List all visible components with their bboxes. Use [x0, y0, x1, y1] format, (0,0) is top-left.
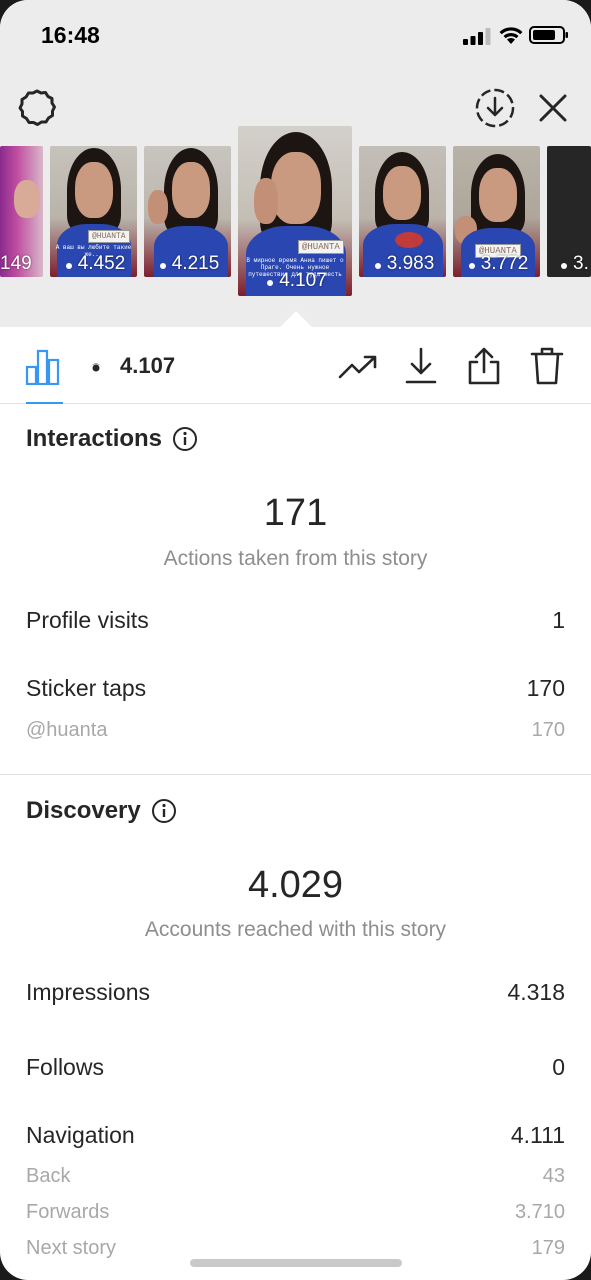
story-views-value: 3.	[573, 253, 589, 274]
interactions-total: 171	[263, 492, 328, 534]
story-views: 3.	[557, 253, 591, 275]
row-label: Profile visits	[26, 607, 149, 633]
insights-tab[interactable]	[24, 347, 64, 387]
discovery-total: 4.029	[247, 864, 344, 906]
sticker-mention-row: @huanta 170	[26, 719, 565, 742]
discovery-title: Discovery	[26, 797, 177, 825]
selected-story-pointer	[280, 311, 312, 327]
download-icon	[405, 347, 437, 384]
story-views: 149	[0, 253, 32, 274]
impressions-row: Impressions 4.318	[26, 979, 565, 1006]
story-view-count-value: 4.107	[120, 353, 176, 378]
phone-screen: 16:48 149 @HUANTA А ваш вы любите такие …	[0, 0, 591, 1280]
follows-row: Follows 0	[26, 1054, 565, 1081]
story-views: 4.107	[238, 270, 352, 292]
story-views: 4.215	[144, 253, 231, 275]
promote-button[interactable]	[336, 347, 380, 387]
row-value: 1	[552, 607, 565, 633]
mention-sticker: @HUANTA	[298, 240, 344, 254]
story-header: 16:48 149 @HUANTA А ваш вы любите такие …	[0, 0, 591, 327]
section-divider	[0, 774, 591, 775]
story-views: 3.772	[453, 253, 540, 275]
status-bar: 16:48	[0, 0, 591, 72]
row-label: Next story	[26, 1237, 117, 1259]
share-button[interactable]	[463, 345, 505, 387]
story-views-value: 4.107	[279, 270, 327, 291]
mention-sticker: @HUANTA	[88, 230, 130, 243]
navigation-next-story-row: Next story 179	[26, 1237, 565, 1260]
story-thumbnail[interactable]: 3.	[547, 146, 591, 277]
wifi-icon	[499, 27, 523, 44]
close-button[interactable]	[533, 88, 573, 128]
story-views: 4.452	[50, 253, 137, 275]
eye-icon	[62, 261, 75, 269]
settings-button[interactable]	[16, 87, 58, 129]
row-value: 43	[542, 1165, 565, 1187]
navigation-forwards-row: Forwards 3.710	[26, 1201, 565, 1224]
story-thumbnail-selected[interactable]: @HUANTA В мирное время Аниа пишет о Праг…	[238, 126, 352, 296]
row-label: Back	[26, 1165, 71, 1187]
row-value: 4.111	[510, 1122, 565, 1148]
row-value: 3.710	[514, 1201, 565, 1223]
eye-icon	[264, 278, 277, 286]
eye-icon	[156, 261, 169, 269]
discovery-title-text: Discovery	[26, 797, 141, 824]
bar-chart-icon	[25, 349, 60, 385]
interactions-total-label: Actions taken from this story	[163, 547, 428, 570]
story-thumbnail[interactable]: 149	[0, 146, 43, 277]
delete-button[interactable]	[527, 345, 567, 387]
download-circle-icon	[475, 88, 515, 128]
trash-icon	[530, 347, 564, 385]
row-value: 170	[526, 675, 565, 701]
navigation-row: Navigation 4.111	[26, 1122, 565, 1149]
row-label: Impressions	[26, 979, 150, 1005]
eye-icon	[558, 261, 570, 269]
row-value: 170	[531, 719, 565, 741]
download-button[interactable]	[401, 345, 441, 387]
trend-up-icon	[338, 355, 377, 379]
info-icon[interactable]	[151, 798, 177, 824]
discovery-total-label: Accounts reached with this story	[144, 918, 447, 941]
home-indicator[interactable]	[190, 1259, 402, 1267]
eye-icon	[89, 363, 103, 372]
story-thumbnail[interactable]: 4.215	[144, 146, 231, 277]
row-label: Follows	[26, 1054, 104, 1080]
row-value: 179	[531, 1237, 565, 1259]
story-views: 3.983	[359, 253, 446, 275]
story-views-value: 4.452	[77, 253, 126, 274]
row-label: Forwards	[26, 1201, 110, 1223]
story-thumbnail[interactable]: @HUANTA 3.772	[453, 146, 540, 277]
share-icon	[468, 347, 500, 385]
row-label: Navigation	[26, 1122, 135, 1148]
story-thumbnail[interactable]: 3.983	[359, 146, 446, 277]
profile-visits-row: Profile visits 1	[26, 607, 565, 634]
row-label: @huanta	[26, 719, 108, 741]
close-icon	[539, 94, 567, 122]
active-tab-indicator	[26, 402, 63, 404]
cellular-signal-icon	[463, 28, 491, 45]
row-label: Sticker taps	[26, 675, 147, 701]
gear-icon	[18, 89, 56, 126]
story-view-count: 4.107	[88, 349, 175, 383]
story-views-value: 3.983	[386, 253, 435, 274]
battery-icon	[529, 26, 568, 44]
row-value: 0	[552, 1054, 565, 1080]
eye-icon	[371, 261, 384, 269]
status-time: 16:48	[41, 22, 100, 48]
interactions-title: Interactions	[26, 425, 198, 453]
save-story-button[interactable]	[473, 86, 517, 130]
story-views-value: 4.215	[171, 253, 220, 274]
story-thumbnail-strip[interactable]: 149 @HUANTA А ваш вы любите такие же... …	[0, 126, 591, 301]
interactions-title-text: Interactions	[26, 425, 163, 452]
row-value: 4.318	[507, 979, 565, 1005]
story-thumbnail[interactable]: @HUANTA А ваш вы любите такие же... 4.45…	[50, 146, 137, 277]
story-views-value: 3.772	[480, 253, 529, 274]
info-icon[interactable]	[172, 426, 198, 452]
navigation-back-row: Back 43	[26, 1165, 565, 1188]
eye-icon	[465, 261, 478, 269]
sticker-taps-row: Sticker taps 170	[26, 675, 565, 702]
